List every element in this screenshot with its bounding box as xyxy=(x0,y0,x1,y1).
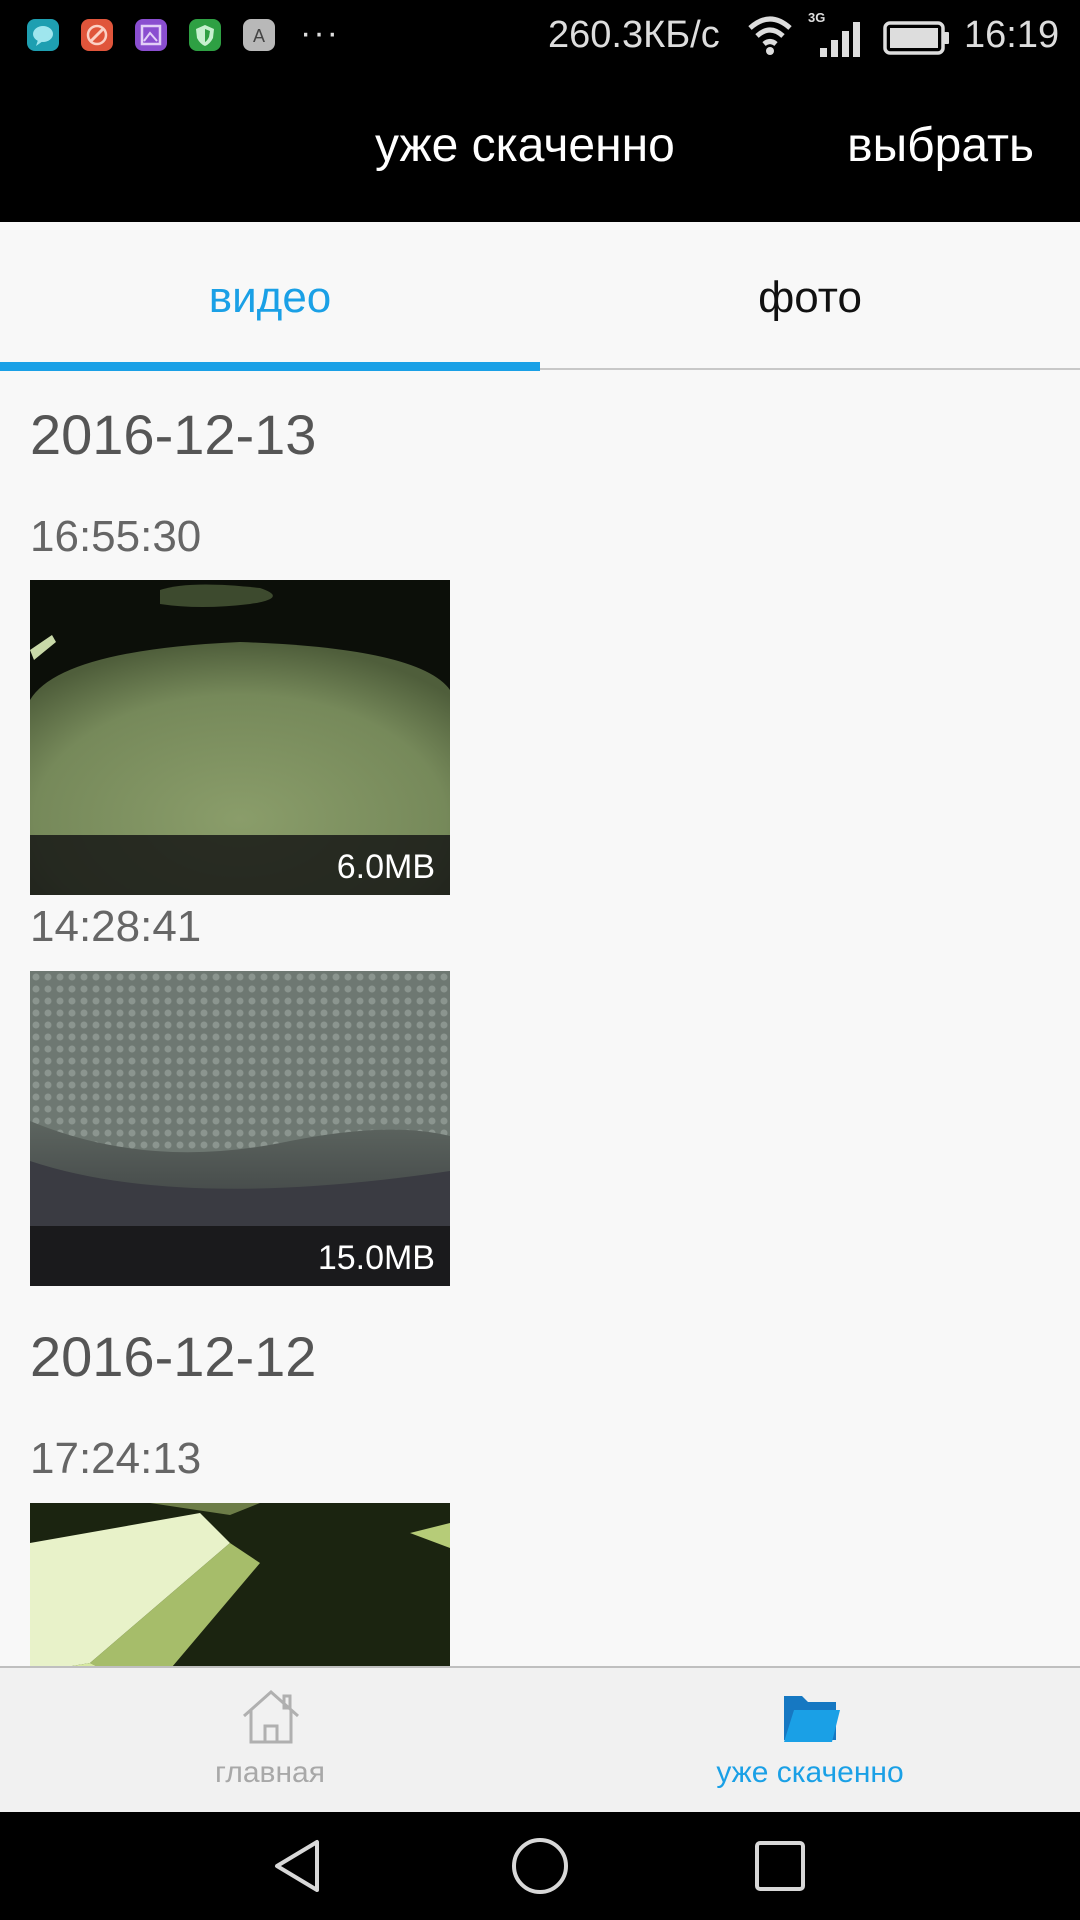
app-bar: уже скаченно выбрать xyxy=(0,74,1080,222)
battery-icon xyxy=(883,21,949,55)
file-size: 15.0MB xyxy=(317,1239,435,1277)
home-button-icon[interactable] xyxy=(508,1834,572,1898)
home-icon xyxy=(243,1689,299,1744)
system-navigation-bar xyxy=(0,1812,1080,1920)
tab-video[interactable]: видео xyxy=(0,222,540,370)
select-button[interactable]: выбрать xyxy=(847,118,1034,173)
media-tabs: видео фото xyxy=(0,222,1080,371)
cellular-signal-icon: 3G xyxy=(808,10,860,57)
video-time: 17:24:13 xyxy=(30,1434,202,1483)
recents-icon[interactable] xyxy=(748,1834,812,1898)
file-size: 6.0MB xyxy=(336,848,435,886)
video-thumbnail[interactable]: 15.0MB xyxy=(30,971,450,1286)
video-thumbnail[interactable]: 6.0MB xyxy=(30,580,450,895)
folder-icon xyxy=(784,1696,840,1742)
network-type-label: 3G xyxy=(808,10,825,25)
more-notifications-icon: ··· xyxy=(300,14,340,52)
bottom-navigation: главная уже скаченно xyxy=(0,1666,1080,1814)
video-list[interactable]: 2016-12-13 16:55:30 6.0MB 14:28:41 15.0M… xyxy=(0,370,1080,1666)
keyboard-app-icon: A xyxy=(243,19,275,51)
video-time: 16:55:30 xyxy=(30,512,202,561)
gallery-app-icon xyxy=(135,19,167,51)
date-header: 2016-12-12 xyxy=(30,1325,317,1388)
shield-app-icon xyxy=(189,19,221,51)
wifi-icon xyxy=(748,16,792,55)
network-speed: 260.3КБ/с xyxy=(548,14,720,56)
chat-app-icon xyxy=(27,19,59,51)
video-thumbnail[interactable] xyxy=(30,1503,450,1666)
svg-text:A: A xyxy=(253,26,265,46)
thumbnail-image xyxy=(30,1503,450,1666)
back-icon[interactable] xyxy=(267,1834,331,1898)
status-bar: A ··· 260.3КБ/с 3G 16:19 xyxy=(0,0,1080,74)
nav-downloaded[interactable]: уже скаченно xyxy=(540,1668,1080,1814)
nav-downloaded-label: уже скаченно xyxy=(716,1756,904,1789)
nav-home[interactable]: главная xyxy=(0,1668,540,1814)
page-title: уже скаченно xyxy=(375,119,675,172)
date-header: 2016-12-13 xyxy=(30,403,317,466)
tools-app-icon xyxy=(81,19,113,51)
tab-photo[interactable]: фото xyxy=(540,222,1080,370)
status-time: 16:19 xyxy=(964,14,1060,56)
nav-home-label: главная xyxy=(215,1756,325,1789)
video-time: 14:28:41 xyxy=(30,902,202,951)
